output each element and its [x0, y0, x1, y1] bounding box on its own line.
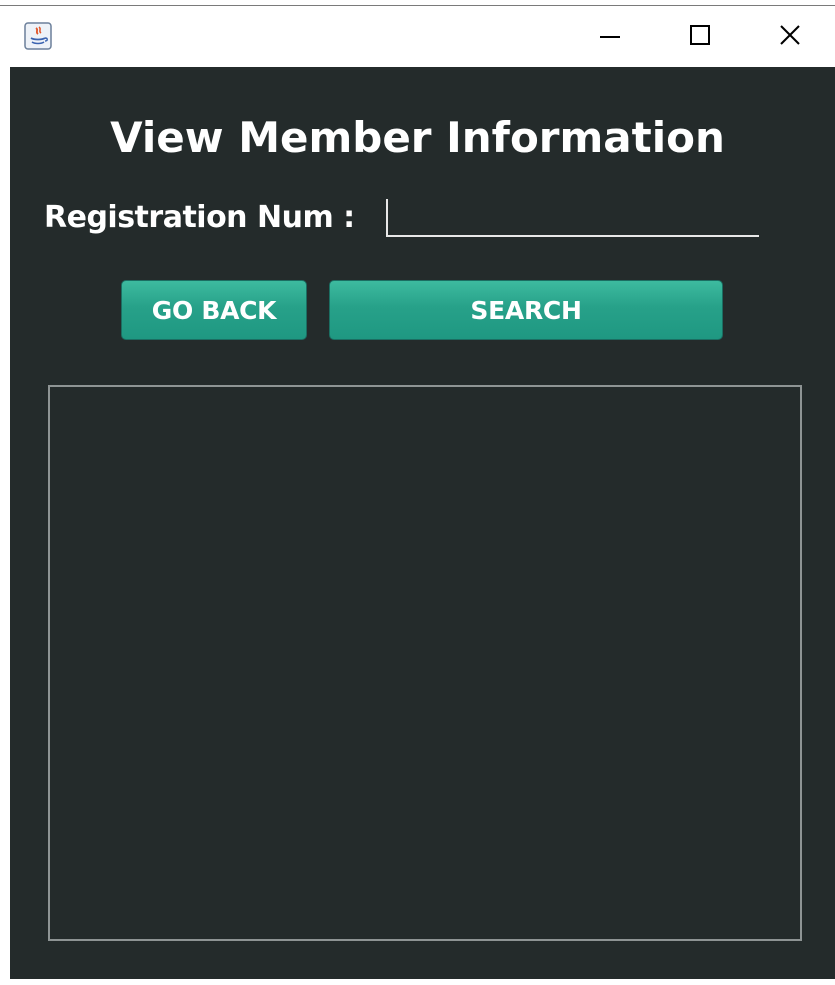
member-info-display[interactable]: [48, 385, 802, 941]
search-button[interactable]: SEARCH: [329, 280, 723, 340]
minimize-button[interactable]: [565, 6, 655, 67]
title-bar[interactable]: [0, 6, 835, 67]
maximize-icon: [688, 23, 712, 51]
go-back-button[interactable]: GO BACK: [121, 280, 307, 340]
app-window: View Member Information Registration Num…: [0, 0, 835, 985]
registration-num-input[interactable]: [386, 199, 759, 237]
maximize-button[interactable]: [655, 6, 745, 67]
page-title: View Member Information: [110, 113, 725, 162]
close-icon: [778, 23, 802, 51]
close-button[interactable]: [745, 6, 835, 67]
java-icon[interactable]: [24, 22, 52, 50]
main-panel: View Member Information Registration Num…: [10, 67, 835, 979]
registration-num-label: Registration Num :: [44, 200, 355, 235]
minimize-icon: [598, 23, 622, 51]
